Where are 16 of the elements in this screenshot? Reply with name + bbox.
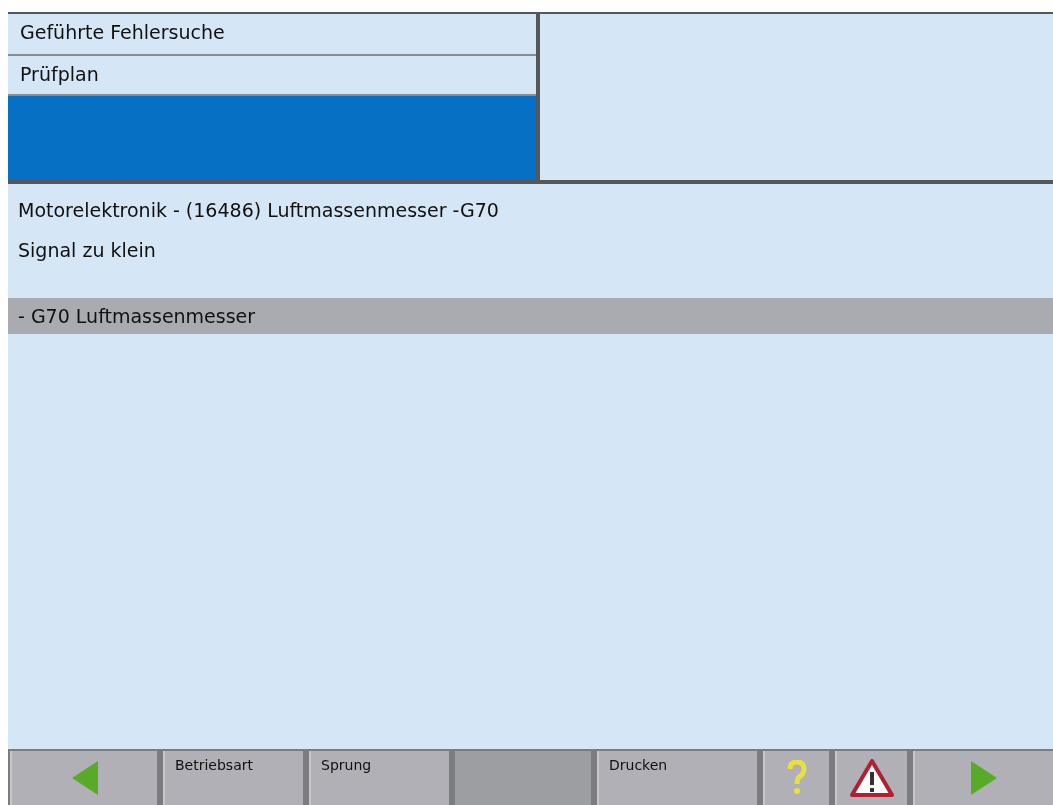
question-mark-icon: [787, 760, 807, 796]
warning-icon: [849, 758, 895, 798]
help-button[interactable]: [763, 751, 829, 805]
breadcrumb-item: Prüfplan: [8, 56, 536, 94]
toolbar-button[interactable]: Betriebsart: [163, 751, 303, 805]
left-arrow-icon: [71, 761, 98, 795]
breadcrumb-item: Geführte Fehlersuche: [8, 14, 536, 54]
message-line: Motorelektronik - (16486) Luftmassenmesser -G70: [17, 198, 500, 223]
forward-button[interactable]: [913, 751, 1053, 805]
toolbar-button[interactable]: Sprung: [309, 751, 449, 805]
message-line: Signal zu klein: [17, 238, 157, 263]
right-arrow-icon: [971, 761, 997, 795]
warning-button[interactable]: [835, 751, 907, 805]
back-button[interactable]: [10, 751, 157, 805]
test-list-item[interactable]: - G70 Luftmassenmesser: [8, 298, 1053, 334]
toolbar-button[interactable]: Drucken: [597, 751, 757, 805]
